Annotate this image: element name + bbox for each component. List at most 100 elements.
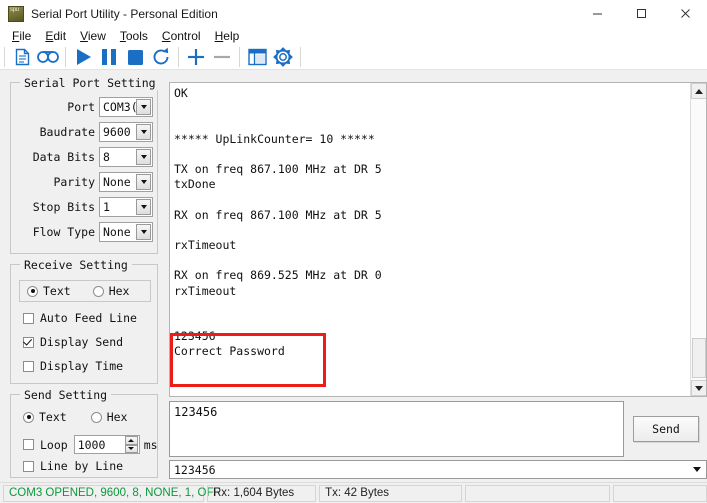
chevron-down-icon[interactable] bbox=[136, 98, 151, 115]
send-format-text-label: Text bbox=[39, 410, 67, 424]
status-extra-1 bbox=[464, 484, 610, 502]
menu-control-accel: C bbox=[161, 28, 171, 43]
display-send-checkbox[interactable]: Display Send bbox=[23, 335, 123, 349]
parity-combo-value: None bbox=[103, 174, 131, 189]
menu-view-accel: V bbox=[80, 28, 88, 43]
record-icon[interactable] bbox=[35, 45, 61, 69]
send-format-text-radio[interactable]: Text bbox=[23, 410, 67, 424]
plus-icon[interactable] bbox=[183, 45, 209, 69]
menu-edit[interactable]: Edit bbox=[38, 29, 73, 43]
minus-icon[interactable] bbox=[209, 45, 235, 69]
label-stop-bits: Stop Bits bbox=[32, 199, 95, 214]
stepper-down-icon[interactable] bbox=[124, 444, 138, 453]
chevron-down-icon[interactable] bbox=[136, 198, 151, 215]
menu-view-label: iew bbox=[87, 28, 106, 43]
line-by-line-checkbox[interactable]: Line by Line bbox=[23, 459, 123, 473]
refresh-icon[interactable] bbox=[148, 45, 174, 69]
status-rx-bytes: Rx: 1,604 Bytes bbox=[207, 484, 317, 502]
send-history-combo[interactable]: 123456 bbox=[169, 460, 707, 479]
send-format-hex-label: Hex bbox=[106, 410, 128, 424]
baudrate-combo[interactable]: 9600 bbox=[99, 121, 153, 142]
receive-format-text-radio[interactable]: Text bbox=[27, 284, 71, 298]
play-icon[interactable] bbox=[70, 45, 96, 69]
status-tx-bytes: Tx: 42 Bytes bbox=[319, 484, 462, 502]
parity-combo[interactable]: None bbox=[99, 171, 153, 192]
menu-file[interactable]: File bbox=[5, 29, 38, 43]
checkbox-off-icon bbox=[23, 439, 34, 450]
close-button[interactable] bbox=[663, 0, 707, 27]
auto-feed-line-checkbox[interactable]: Auto Feed Line bbox=[23, 311, 137, 325]
menu-control[interactable]: Control bbox=[155, 29, 208, 43]
checkbox-off-icon bbox=[23, 360, 34, 372]
data-bits-combo-value: 8 bbox=[103, 149, 110, 164]
receive-setting-title: Receive Setting bbox=[20, 258, 132, 272]
loop-row: Loop 1000 ms bbox=[23, 435, 158, 454]
send-button[interactable]: Send bbox=[633, 416, 699, 442]
display-time-checkbox[interactable]: Display Time bbox=[23, 359, 123, 373]
display-time-label: Display Time bbox=[40, 359, 124, 373]
radio-on-icon bbox=[23, 411, 34, 423]
flow-type-combo[interactable]: None bbox=[99, 221, 153, 242]
serial-port-setting-title: Serial Port Setting bbox=[20, 76, 160, 90]
field-flow-type: Flow Type None bbox=[11, 221, 157, 242]
minimize-button[interactable] bbox=[575, 0, 619, 27]
maximize-button[interactable] bbox=[619, 0, 663, 27]
menu-control-label: ontrol bbox=[170, 28, 201, 43]
chevron-down-icon[interactable] bbox=[136, 123, 151, 140]
receive-scrollbar[interactable] bbox=[690, 83, 706, 396]
port-combo[interactable]: COM3(Sil bbox=[99, 96, 153, 117]
loop-checkbox[interactable]: Loop bbox=[23, 438, 68, 452]
status-connection: COM3 OPENED, 9600, 8, NONE, 1, OFF bbox=[3, 484, 221, 502]
window-controls bbox=[575, 0, 707, 27]
label-parity: Parity bbox=[53, 174, 95, 189]
menu-view[interactable]: View bbox=[73, 29, 113, 43]
label-data-bits: Data Bits bbox=[32, 149, 95, 164]
line-by-line-label: Line by Line bbox=[40, 459, 124, 473]
chevron-down-icon[interactable] bbox=[136, 223, 151, 240]
menu-bar: File Edit View Tools Control Help bbox=[0, 27, 707, 44]
toolbar bbox=[0, 44, 707, 70]
checkbox-off-icon bbox=[23, 460, 34, 472]
send-input-value: 123456 bbox=[174, 405, 218, 419]
scroll-up-icon[interactable] bbox=[691, 83, 706, 99]
scroll-down-icon[interactable] bbox=[691, 380, 706, 396]
toolbar-separator bbox=[300, 46, 301, 67]
field-data-bits: Data Bits 8 bbox=[11, 146, 157, 167]
stepper-up-icon[interactable] bbox=[124, 436, 138, 445]
menu-tools-label: ools bbox=[125, 28, 148, 43]
stop-icon[interactable] bbox=[122, 45, 148, 69]
send-format-hex-radio[interactable]: Hex bbox=[90, 410, 128, 424]
new-file-icon[interactable] bbox=[9, 45, 35, 69]
data-bits-combo[interactable]: 8 bbox=[99, 146, 153, 167]
stepper-buttons[interactable] bbox=[124, 436, 138, 453]
title-bar: Serial Port Utility - Personal Edition bbox=[0, 0, 707, 27]
label-baudrate: Baudrate bbox=[39, 124, 95, 139]
gear-icon[interactable] bbox=[270, 45, 296, 69]
baudrate-combo-value: 9600 bbox=[103, 124, 131, 139]
toolbar-separator bbox=[239, 46, 240, 67]
label-port: Port bbox=[67, 99, 95, 114]
send-format-group: Text Hex bbox=[23, 410, 127, 424]
receive-output-area[interactable]: OK ***** UpLinkCounter= 10 ***** TX on f… bbox=[169, 82, 707, 397]
receive-format-hex-label: Hex bbox=[108, 284, 130, 298]
loop-label: Loop bbox=[40, 437, 68, 452]
chevron-down-icon[interactable] bbox=[689, 462, 705, 477]
receive-format-hex-radio[interactable]: Hex bbox=[92, 284, 130, 298]
scrollbar-thumb[interactable] bbox=[692, 338, 706, 378]
receive-format-text-label: Text bbox=[43, 284, 71, 298]
chevron-down-icon[interactable] bbox=[136, 173, 151, 190]
window-layout-icon[interactable] bbox=[244, 45, 270, 69]
stop-bits-combo[interactable]: 1 bbox=[99, 196, 153, 217]
chevron-down-icon[interactable] bbox=[136, 148, 151, 165]
window-title: Serial Port Utility - Personal Edition bbox=[31, 6, 218, 21]
pause-icon[interactable] bbox=[96, 45, 122, 69]
loop-interval-stepper[interactable]: 1000 bbox=[73, 435, 140, 454]
menu-help[interactable]: Help bbox=[208, 29, 247, 43]
spu-app-icon bbox=[8, 5, 24, 22]
display-send-label: Display Send bbox=[40, 335, 124, 349]
status-extra-2 bbox=[612, 484, 707, 502]
send-input[interactable]: 123456 bbox=[169, 401, 624, 457]
field-parity: Parity None bbox=[11, 171, 157, 192]
menu-tools[interactable]: Tools bbox=[113, 29, 155, 43]
checkbox-on-icon bbox=[23, 336, 34, 348]
